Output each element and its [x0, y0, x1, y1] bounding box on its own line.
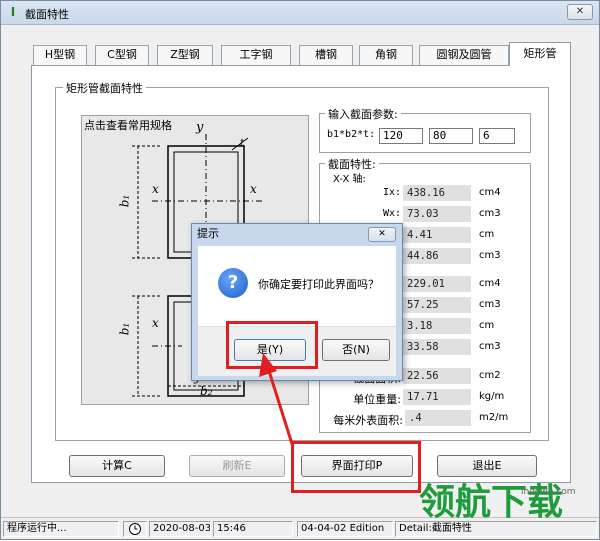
thickness-label: t: [240, 138, 245, 149]
prop-iy-radius-unit: cm: [479, 320, 495, 331]
prop-wx-label: Wx:: [382, 208, 401, 219]
status-edition: 04-04-02 Edition: [297, 521, 393, 537]
x-axis-label-lower: x: [152, 316, 159, 330]
clock-icon: [123, 521, 147, 537]
dialog-message: 你确定要打印此界面吗？: [258, 278, 379, 291]
tab-rect-pipe[interactable]: 矩形管: [509, 42, 571, 66]
window-title: 截面特性: [25, 8, 69, 21]
weight-unit: kg/m: [479, 391, 505, 402]
prop-wy-unit: cm3: [479, 299, 501, 310]
surface-area-unit: m2/m: [479, 412, 509, 423]
section-group-title: 矩形管截面特性: [63, 80, 146, 96]
dialog-no-button[interactable]: 否(N): [322, 339, 390, 361]
prop-wx-unit: cm3: [479, 208, 501, 219]
question-icon: ?: [218, 268, 248, 298]
status-detail: Detail:截面特性: [395, 521, 597, 537]
status-date: 2020-08-03: [149, 521, 211, 537]
b1-label-upper: b₁: [117, 194, 132, 208]
b2-label: b₂: [200, 384, 213, 398]
prop-iy-unit: cm4: [479, 278, 501, 289]
tab-round-pipe[interactable]: 圆钢及圆管: [419, 45, 509, 65]
prop-ix-radius-value: 4.41: [403, 227, 471, 243]
prop-sy-unit: cm3: [479, 341, 501, 352]
close-window-button[interactable]: ✕: [567, 4, 593, 20]
tab-channel[interactable]: 槽钢: [299, 45, 353, 65]
watermark-url: lhdown.com: [521, 487, 576, 497]
surface-area-label: 每米外表面积:: [333, 414, 403, 427]
prop-wy-value: 57.25: [403, 297, 471, 313]
tab-h-steel[interactable]: H型钢: [33, 45, 87, 65]
app-icon: I: [10, 5, 16, 19]
prop-ix-value: 438.16: [403, 185, 471, 201]
surface-area-value: .4: [405, 410, 471, 426]
exit-button[interactable]: 退出E: [437, 455, 537, 477]
y-axis-label-top: y: [196, 120, 204, 135]
prop-iy-value: 229.01: [403, 276, 471, 292]
prop-ix-unit: cm4: [479, 187, 501, 198]
prop-ix-radius-unit: cm: [479, 229, 495, 240]
refresh-button[interactable]: 刷新E: [189, 455, 285, 477]
b2-input[interactable]: 80: [429, 128, 473, 144]
highlight-print-annotation: [291, 441, 421, 493]
x-axis-label-right: x: [250, 182, 257, 196]
x-axis-label-left: x: [152, 182, 159, 196]
status-running: 程序运行中...: [3, 521, 119, 537]
dialog-close-button[interactable]: ✕: [368, 227, 396, 242]
prop-sx-value: 44.86: [403, 248, 471, 264]
weight-value: 17.71: [403, 389, 471, 405]
tab-z-steel[interactable]: Z型钢: [157, 45, 213, 65]
t-input[interactable]: 6: [479, 128, 515, 144]
prop-sy-value: 33.58: [403, 339, 471, 355]
tab-i-beam[interactable]: 工字钢: [221, 45, 291, 65]
input-params-title: 输入截面参数:: [325, 106, 401, 122]
calculate-button[interactable]: 计算C: [69, 455, 165, 477]
prop-iy-radius-value: 3.18: [403, 318, 471, 334]
weight-label: 单位重量:: [353, 393, 401, 406]
params-label: b1*b2*t:: [327, 129, 376, 140]
highlight-yes-annotation: [226, 321, 318, 369]
status-time: 15:46: [213, 521, 293, 537]
prop-sx-unit: cm3: [479, 250, 501, 261]
b1-input[interactable]: 120: [379, 128, 423, 144]
tab-angle[interactable]: 角钢: [359, 45, 413, 65]
prop-wx-value: 73.03: [403, 206, 471, 222]
area-value: 22.56: [403, 368, 471, 384]
title-bar: I 截面特性 ✕: [1, 1, 599, 25]
main-window: I 截面特性 ✕ H型钢 C型钢 Z型钢 工字钢 槽钢 角钢 圆钢及圆管 矩形管…: [0, 0, 600, 540]
x-axis-heading: X-X 轴:: [333, 174, 366, 185]
b1-label-lower: b₁: [117, 322, 132, 336]
area-unit: cm2: [479, 370, 501, 381]
prop-ix-label: Ix:: [382, 187, 401, 198]
tab-c-steel[interactable]: C型钢: [95, 45, 149, 65]
